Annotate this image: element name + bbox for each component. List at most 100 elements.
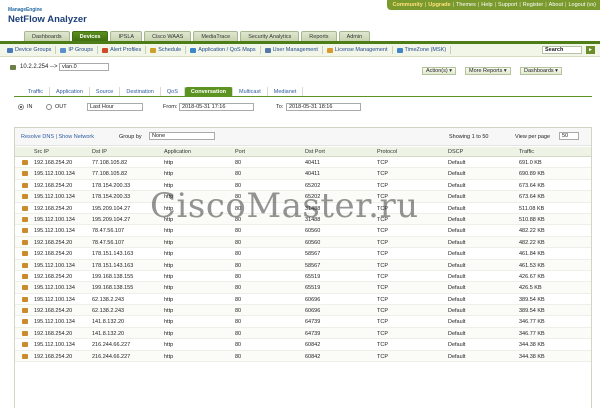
top-link-upgrade[interactable]: Upgrade bbox=[428, 2, 450, 8]
column-header-port[interactable]: Port bbox=[235, 149, 245, 155]
cell-dst-ip[interactable]: 78.47.56.107 bbox=[92, 240, 124, 246]
top-link-community[interactable]: Community bbox=[393, 2, 423, 8]
cell-src-ip[interactable]: 195.112.100.134 bbox=[34, 217, 75, 223]
subnav-device-groups[interactable]: Device Groups bbox=[3, 46, 57, 54]
cell-src-ip[interactable]: 195.112.100.134 bbox=[34, 342, 75, 348]
cell-src-ip[interactable]: 195.112.100.134 bbox=[34, 319, 75, 325]
cell-src-ip[interactable]: 195.112.100.134 bbox=[34, 228, 75, 234]
tab-qos[interactable]: QoS bbox=[161, 87, 185, 96]
to-date-input[interactable]: 2018-05-31 18:16 bbox=[286, 103, 361, 111]
table-row[interactable]: 195.112.100.134 178.151.143.163 http 80 5856… bbox=[15, 259, 591, 271]
top-link-themes[interactable]: Themes bbox=[456, 2, 476, 8]
resolve-dns-link[interactable]: Resolve DNS bbox=[21, 134, 54, 140]
subnav-application-qos-maps[interactable]: Application / QoS Maps bbox=[186, 46, 261, 54]
table-row[interactable]: 195.112.100.134 62.138.2.243 http 80 60696 TC… bbox=[15, 294, 591, 306]
table-row[interactable]: 195.112.100.134 178.154.200.33 http 80 65202… bbox=[15, 191, 591, 203]
table-row[interactable]: 192.168.254.20 178.151.143.163 http 80 58567… bbox=[15, 248, 591, 260]
tab-application[interactable]: Application bbox=[50, 87, 90, 96]
cell-src-ip[interactable]: 192.168.254.20 bbox=[34, 160, 72, 166]
table-row[interactable]: 192.168.254.20 178.154.200.33 http 80 65202 T… bbox=[15, 180, 591, 192]
table-row[interactable]: 195.112.100.134 141.8.132.20 http 80 64739 TC… bbox=[15, 316, 591, 328]
cell-src-ip[interactable]: 195.112.100.134 bbox=[34, 171, 75, 177]
search-go-button[interactable]: ► bbox=[586, 46, 595, 54]
table-row[interactable]: 192.168.254.20 77.108.105.82 http 80 40411 TC… bbox=[15, 157, 591, 169]
cell-dst-ip[interactable]: 199.168.138.155 bbox=[92, 285, 133, 291]
table-row[interactable]: 195.112.100.134 78.47.56.107 http 80 60560 TC… bbox=[15, 225, 591, 237]
cell-dst-ip[interactable]: 216.244.66.227 bbox=[92, 342, 130, 348]
cell-dst-ip[interactable]: 178.151.143.163 bbox=[92, 251, 133, 257]
subnav-alert-profiles[interactable]: Alert Profiles bbox=[98, 46, 147, 54]
table-row[interactable]: 192.168.254.20 216.244.66.227 http 80 60842 T… bbox=[15, 350, 591, 363]
search-select[interactable]: Search bbox=[542, 46, 582, 54]
subnav-user-management[interactable]: User Management bbox=[261, 46, 323, 54]
top-link-about[interactable]: About bbox=[549, 2, 563, 8]
column-header-protocol[interactable]: Protocol bbox=[377, 149, 397, 155]
top-link-support[interactable]: Support bbox=[498, 2, 517, 8]
subnav-schedule[interactable]: Schedule bbox=[146, 46, 187, 54]
cell-src-ip[interactable]: 195.112.100.134 bbox=[34, 263, 75, 269]
cell-src-ip[interactable]: 192.168.254.20 bbox=[34, 251, 72, 257]
cell-src-ip[interactable]: 192.168.254.20 bbox=[34, 240, 72, 246]
tab-security-analytics[interactable]: Security Analytics bbox=[240, 31, 300, 41]
table-row[interactable]: 192.168.254.20 141.8.132.20 http 80 64739 TCP… bbox=[15, 327, 591, 340]
table-row[interactable]: 195.112.100.134 199.168.138.155 http 80 6551… bbox=[15, 282, 591, 294]
tab-destination[interactable]: Destination bbox=[120, 87, 161, 96]
cell-dst-ip[interactable]: 178.154.200.33 bbox=[92, 194, 130, 200]
column-header-src-ip[interactable]: Src IP bbox=[34, 149, 49, 155]
table-row[interactable]: 195.112.100.134 77.108.105.82 http 80 40411 T… bbox=[15, 168, 591, 180]
interface-select[interactable]: vlan.0 bbox=[59, 63, 109, 71]
column-header-dst-ip[interactable]: Dst IP bbox=[92, 149, 107, 155]
tab-devices[interactable]: Devices bbox=[71, 31, 109, 41]
period-select[interactable]: Last Hour bbox=[87, 103, 143, 111]
cell-src-ip[interactable]: 192.168.254.20 bbox=[34, 354, 72, 360]
tab-reports[interactable]: Reports bbox=[301, 31, 337, 41]
cell-dst-ip[interactable]: 216.244.66.227 bbox=[92, 354, 130, 360]
cell-src-ip[interactable]: 195.112.100.134 bbox=[34, 297, 75, 303]
subnav-license-management[interactable]: License Management bbox=[323, 46, 393, 54]
column-header-dscp[interactable]: DSCP bbox=[448, 149, 463, 155]
tab-medianet[interactable]: Medianet bbox=[268, 87, 304, 96]
subnav-timezone-msk[interactable]: TimeZone (MSK) bbox=[393, 46, 452, 54]
group-by-select[interactable]: None bbox=[149, 132, 215, 140]
table-row[interactable]: 192.168.254.20 195.209.104.27 http 80 31488 T… bbox=[15, 203, 591, 214]
cell-dst-ip[interactable]: 141.8.132.20 bbox=[92, 331, 124, 337]
actions-button[interactable]: Action(s) ▾ bbox=[422, 67, 456, 75]
brand-logo[interactable]: ManageEngine NetFlow Analyzer bbox=[8, 7, 87, 25]
cell-src-ip[interactable]: 192.168.254.20 bbox=[34, 308, 72, 314]
tab-dashboards[interactable]: Dashboards bbox=[24, 31, 70, 41]
more-reports-button[interactable]: More Reports ▾ bbox=[465, 67, 511, 75]
cell-dst-ip[interactable]: 195.209.104.27 bbox=[92, 206, 130, 212]
tab-source[interactable]: Source bbox=[90, 87, 121, 96]
column-header-traffic[interactable]: Traffic bbox=[519, 149, 534, 155]
cell-dst-ip[interactable]: 77.108.105.82 bbox=[92, 171, 127, 177]
from-date-input[interactable]: 2018-05-31 17:16 bbox=[179, 103, 254, 111]
top-link-logout-vs[interactable]: Logout (vs) bbox=[568, 2, 596, 8]
per-page-select[interactable]: 50 bbox=[559, 132, 579, 140]
column-header-application[interactable]: Application bbox=[164, 149, 191, 155]
cell-dst-ip[interactable]: 141.8.132.20 bbox=[92, 319, 124, 325]
show-network-link[interactable]: Show Network bbox=[59, 134, 94, 140]
table-row[interactable]: 192.168.254.20 199.168.138.155 http 80 65519… bbox=[15, 271, 591, 283]
dashboards-dropdown-button[interactable]: Dashboards ▾ bbox=[520, 67, 562, 75]
tab-ipsla[interactable]: IPSLA bbox=[110, 31, 143, 41]
top-link-register[interactable]: Register bbox=[523, 2, 543, 8]
table-row[interactable]: 195.112.100.134 216.244.66.227 http 80 60842… bbox=[15, 339, 591, 351]
cell-src-ip[interactable]: 195.112.100.134 bbox=[34, 194, 75, 200]
cell-dst-ip[interactable]: 78.47.56.107 bbox=[92, 228, 124, 234]
cell-dst-ip[interactable]: 195.209.104.27 bbox=[92, 217, 130, 223]
cell-src-ip[interactable]: 192.168.254.20 bbox=[34, 331, 72, 337]
tab-mediatrace[interactable]: MediaTrace bbox=[193, 31, 239, 41]
cell-src-ip[interactable]: 192.168.254.20 bbox=[34, 206, 72, 212]
cell-src-ip[interactable]: 192.168.254.20 bbox=[34, 274, 72, 280]
cell-dst-ip[interactable]: 178.151.143.163 bbox=[92, 263, 133, 269]
tab-multicast[interactable]: Multicast bbox=[233, 87, 268, 96]
top-link-help[interactable]: Help bbox=[481, 2, 492, 8]
column-header-dst-port[interactable]: Dst Port bbox=[305, 149, 325, 155]
out-radio[interactable] bbox=[46, 104, 52, 110]
in-radio[interactable] bbox=[18, 104, 24, 110]
cell-dst-ip[interactable]: 62.138.2.243 bbox=[92, 308, 124, 314]
cell-dst-ip[interactable]: 77.108.105.82 bbox=[92, 160, 127, 166]
cell-dst-ip[interactable]: 199.168.138.155 bbox=[92, 274, 133, 280]
cell-src-ip[interactable]: 192.168.254.20 bbox=[34, 183, 72, 189]
table-row[interactable]: 195.112.100.134 195.209.104.27 http 80 31488… bbox=[15, 213, 591, 226]
